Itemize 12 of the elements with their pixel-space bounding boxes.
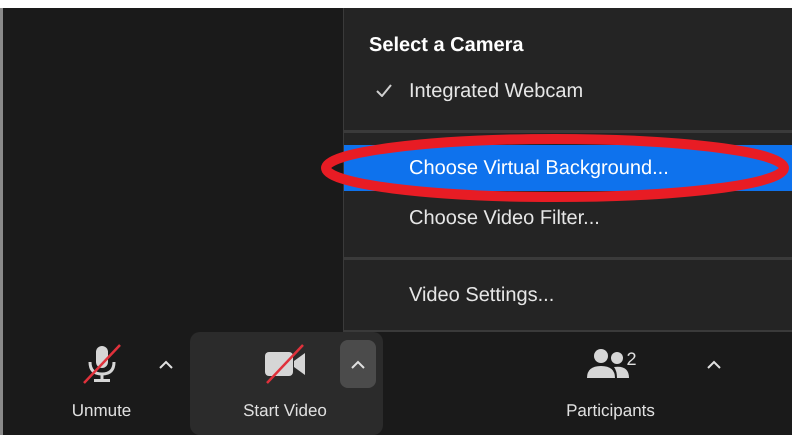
caret-button[interactable] bbox=[340, 340, 376, 388]
caret-up-icon bbox=[159, 360, 173, 368]
caret-up-icon bbox=[351, 360, 365, 368]
caret-up-icon bbox=[707, 360, 721, 368]
toolbar-button[interactable]: Unmute bbox=[55, 340, 148, 424]
toolbar-button[interactable]: Start Video bbox=[230, 340, 340, 424]
toolbar-button[interactable]: 2 Participants bbox=[553, 340, 668, 424]
menu-item[interactable]: Integrated Webcam bbox=[344, 68, 792, 114]
menu-item[interactable]: Video Settings... bbox=[344, 272, 792, 318]
menu-item[interactable]: Choose Video Filter... bbox=[344, 195, 792, 241]
participant-count: 2 bbox=[626, 348, 636, 371]
menu-heading: Select a Camera bbox=[368, 33, 525, 58]
